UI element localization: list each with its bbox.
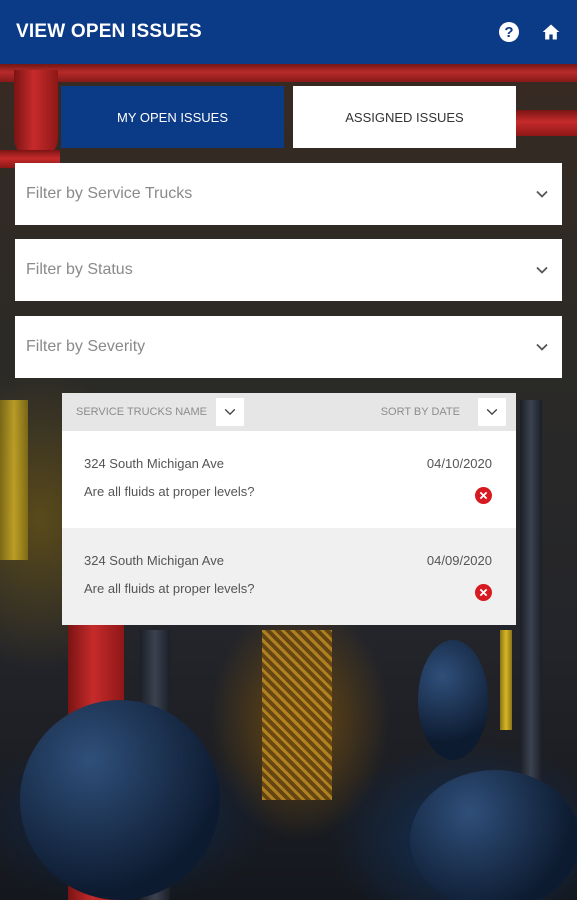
name-sort-label: SERVICE TRUCKS NAME <box>76 406 208 418</box>
issue-meta-row: 324 South Michigan Ave 04/10/2020 <box>84 456 492 471</box>
error-x-icon <box>475 487 492 504</box>
chevron-down-icon <box>224 408 236 416</box>
issue-date: 04/09/2020 <box>426 553 492 568</box>
filter-service-trucks-placeholder: Filter by Service Trucks <box>26 185 193 202</box>
issue-question: Are all fluids at proper levels? <box>84 484 255 499</box>
header-actions: ? <box>499 22 561 42</box>
issues-list-panel: SERVICE TRUCKS NAME SORT BY DATE 324 Sou… <box>62 393 516 625</box>
help-circle-icon[interactable]: ? <box>499 22 519 42</box>
tab-assigned-issues[interactable]: ASSIGNED ISSUES <box>293 86 516 148</box>
chevron-down-icon <box>486 408 498 416</box>
filter-status-placeholder: Filter by Status <box>26 261 133 278</box>
filter-service-trucks-select[interactable]: Filter by Service Trucks <box>15 163 562 225</box>
issue-list-item[interactable]: 324 South Michigan Ave 04/10/2020 Are al… <box>62 431 516 528</box>
issue-meta-row: 324 South Michigan Ave 04/09/2020 <box>84 553 492 568</box>
name-sort-button[interactable] <box>216 398 245 426</box>
bg-pipe <box>0 400 28 560</box>
bg-pipe <box>14 70 58 160</box>
bg-grate <box>262 630 332 800</box>
issue-location: 324 South Michigan Ave <box>84 553 224 568</box>
error-x-icon <box>475 584 492 601</box>
issue-date: 04/10/2020 <box>426 456 492 471</box>
issue-location: 324 South Michigan Ave <box>84 456 224 471</box>
home-icon[interactable] <box>541 22 561 42</box>
app-header: VIEW OPEN ISSUES ? <box>0 0 577 64</box>
date-sort-label: SORT BY DATE <box>380 406 460 418</box>
chevron-down-icon <box>536 190 548 198</box>
bg-pipe <box>500 630 512 730</box>
filter-status-select[interactable]: Filter by Status <box>15 239 562 301</box>
date-sort-button[interactable] <box>478 398 506 426</box>
name-sort-control: SERVICE TRUCKS NAME <box>76 398 245 426</box>
date-sort-control: SORT BY DATE <box>381 398 506 426</box>
chevron-down-icon <box>536 343 548 351</box>
issue-question: Are all fluids at proper levels? <box>84 581 255 596</box>
page-title: VIEW OPEN ISSUES <box>16 21 202 42</box>
chevron-down-icon <box>536 266 548 274</box>
issues-list-header: SERVICE TRUCKS NAME SORT BY DATE <box>62 393 516 431</box>
bg-tank <box>418 640 488 760</box>
tab-my-open-issues[interactable]: MY OPEN ISSUES <box>61 86 284 148</box>
bg-pipe <box>0 64 577 82</box>
filter-severity-placeholder: Filter by Severity <box>26 338 146 355</box>
bg-tank <box>410 770 577 900</box>
issue-tabs: MY OPEN ISSUES ASSIGNED ISSUES <box>61 86 516 148</box>
bg-tank <box>20 700 220 900</box>
bg-pipe <box>515 110 577 136</box>
filter-severity-select[interactable]: Filter by Severity <box>15 316 562 378</box>
issue-list-item[interactable]: 324 South Michigan Ave 04/09/2020 Are al… <box>62 528 516 625</box>
